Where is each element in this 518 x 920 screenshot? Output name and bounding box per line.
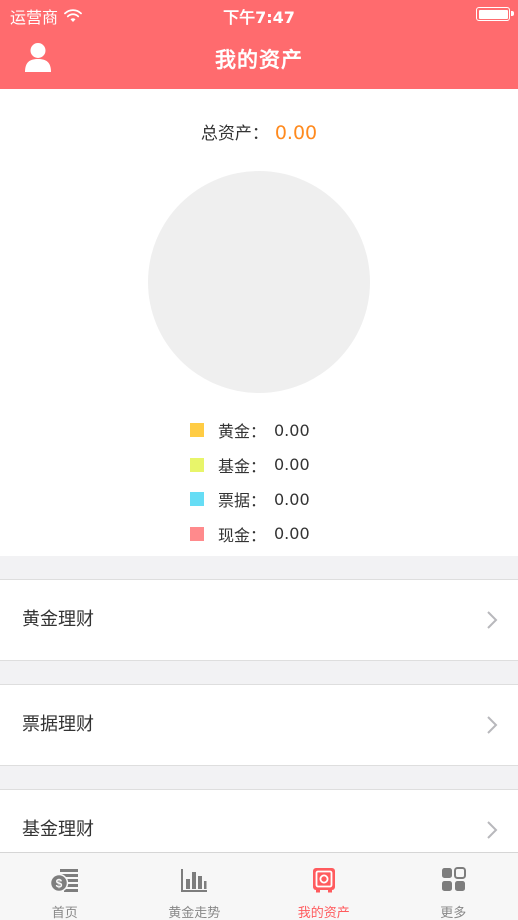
status-time: 下午7:47 [223, 8, 295, 27]
legend-label: 票据： [218, 491, 267, 511]
chevron-right-icon [487, 821, 498, 839]
legend-label: 黄金： [218, 422, 267, 442]
tab-gold-trend[interactable]: 黄金走势 [130, 853, 260, 920]
legend-label: 基金： [218, 456, 267, 476]
coins-icon: $ [49, 869, 78, 893]
chevron-right-icon [487, 611, 498, 629]
chevron-right-icon [487, 716, 498, 734]
asset-summary: 总资产： 0.00 黄金： 0.00 基金： 0.00 票据： 0.00 现金： … [0, 89, 518, 556]
total-assets: 总资产： 0.00 [0, 119, 518, 144]
tab-label: 更多 [440, 906, 467, 920]
asset-legend: 黄金： 0.00 基金： 0.00 票据： 0.00 现金： 0.00 [190, 413, 390, 551]
fund-swatch [190, 457, 204, 472]
bill-swatch [190, 492, 204, 507]
nav-header: 运营商 下午7:47 我的资产 [0, 0, 518, 89]
bar-chart-icon [181, 869, 208, 892]
tab-label: 首页 [51, 906, 78, 920]
legend-label: 现金： [218, 525, 267, 545]
row-label: 黄金理财 [22, 609, 94, 630]
tab-label: 黄金走势 [168, 906, 221, 920]
row-bill-finance[interactable]: 票据理财 [0, 684, 518, 766]
safe-icon [312, 868, 335, 893]
legend-value: 0.00 [274, 524, 310, 544]
legend-item-gold: 黄金： 0.00 [190, 413, 390, 448]
gold-swatch [190, 423, 204, 438]
asset-pie-chart [148, 171, 370, 393]
row-gold-finance[interactable]: 黄金理财 [0, 579, 518, 661]
legend-value: 0.00 [274, 420, 310, 440]
legend-value: 0.00 [274, 489, 310, 509]
total-assets-value: 0.00 [274, 122, 318, 144]
tab-home[interactable]: $ 首页 [0, 853, 130, 920]
battery-icon [476, 7, 514, 21]
grid-icon [442, 867, 467, 891]
tab-bar: $ 首页 黄金走势 我的资产 更多 [0, 852, 518, 920]
tab-my-assets[interactable]: 我的资产 [259, 853, 389, 920]
total-assets-label: 总资产： [200, 124, 269, 144]
row-label: 票据理财 [22, 714, 94, 735]
legend-value: 0.00 [274, 455, 310, 475]
legend-item-bill: 票据： 0.00 [190, 482, 390, 517]
pie-empty-circle [148, 171, 370, 393]
legend-item-fund: 基金： 0.00 [190, 448, 390, 483]
svg-text:$: $ [55, 877, 62, 891]
tab-label: 我的资产 [297, 906, 350, 920]
legend-item-cash: 现金： 0.00 [190, 517, 390, 552]
tab-more[interactable]: 更多 [389, 853, 518, 920]
cash-swatch [190, 526, 204, 541]
page-title: 我的资产 [215, 48, 303, 72]
status-bar: 运营商 下午7:47 [0, 0, 518, 28]
